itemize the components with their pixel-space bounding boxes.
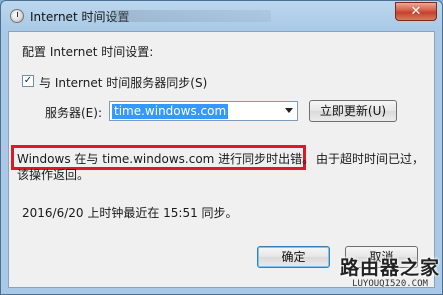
internet-time-settings-dialog: Internet 时间设置 ✕ 配置 Internet 时间设置: ✓ 与 In… xyxy=(0,0,443,295)
last-sync-text: 2016/6/20 上时钟最近在 15:51 同步。 xyxy=(22,206,238,220)
watermark-title: 路由器之家 xyxy=(340,257,441,279)
title-bar: Internet 时间设置 ✕ xyxy=(1,1,442,31)
site-watermark: 路由器之家 LUYOUQI520.COM xyxy=(340,257,440,293)
chevron-down-icon[interactable] xyxy=(285,108,293,113)
error-message-highlighted: Windows 在与 time.windows.com 进行同步时出错。 xyxy=(17,152,315,166)
ok-button[interactable]: 确定 xyxy=(257,246,330,268)
server-combobox[interactable]: time.windows.com xyxy=(109,101,298,121)
update-now-button[interactable]: 立即更新(U) xyxy=(309,100,397,122)
error-message-rest: 由于超时时间已过， xyxy=(316,152,425,166)
heading-text: 配置 Internet 时间设置: xyxy=(22,45,154,59)
error-message-line2: 该操作返回。 xyxy=(17,168,90,182)
clock-icon xyxy=(10,9,24,23)
watermark-url: LUYOUQI520.COM xyxy=(352,279,428,289)
dialog-body: 配置 Internet 时间设置: ✓ 与 Internet 时间服务器同步(S… xyxy=(8,31,435,288)
server-label: 服务器(E): xyxy=(45,106,102,120)
blurred-region xyxy=(111,10,271,22)
server-value[interactable]: time.windows.com xyxy=(112,104,229,119)
sync-checkbox[interactable]: ✓ xyxy=(22,75,34,87)
close-button[interactable]: ✕ xyxy=(395,2,437,21)
sync-checkbox-label[interactable]: 与 Internet 时间服务器同步(S) xyxy=(39,74,207,91)
